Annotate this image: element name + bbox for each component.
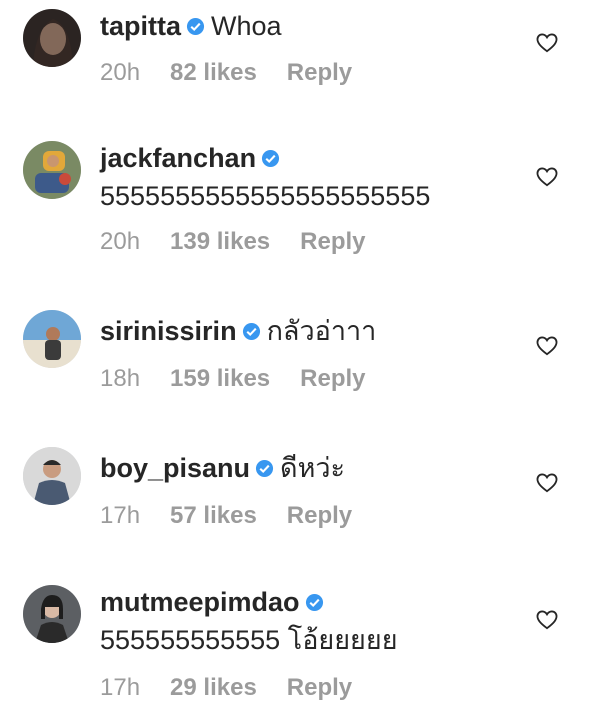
username[interactable]: jackfanchan	[100, 143, 256, 173]
verified-badge-icon	[261, 149, 280, 168]
comment-text: Whoa	[211, 11, 282, 41]
reply-button[interactable]: Reply	[287, 501, 352, 531]
likes-count[interactable]: 57 likes	[170, 501, 257, 531]
likes-count[interactable]: 29 likes	[170, 673, 257, 703]
avatar[interactable]	[23, 9, 81, 67]
comment-time: 20h	[100, 59, 141, 86]
comment-text: 5555555555555555555555	[100, 181, 431, 211]
reply-button[interactable]: Reply	[287, 58, 352, 88]
avatar[interactable]	[23, 310, 81, 368]
comment-time: 18h	[100, 365, 141, 392]
likes-count[interactable]: 139 likes	[170, 227, 270, 257]
avatar[interactable]	[23, 447, 81, 505]
username[interactable]: boy_pisanu	[100, 453, 250, 483]
comment-text: กลัวอ่าาา	[266, 316, 377, 346]
comment-time: 20h	[100, 228, 141, 255]
username[interactable]: mutmeepimdao	[100, 587, 300, 617]
comment-time: 17h	[100, 674, 141, 701]
heart-outline-icon[interactable]	[536, 610, 558, 630]
comment-time: 17h	[100, 502, 141, 529]
likes-count[interactable]: 159 likes	[170, 364, 270, 394]
verified-badge-icon	[255, 459, 274, 478]
heart-outline-icon[interactable]	[536, 167, 558, 187]
reply-button[interactable]: Reply	[300, 364, 365, 394]
avatar[interactable]	[23, 141, 81, 199]
username[interactable]: sirinissirin	[100, 316, 237, 346]
username[interactable]: tapitta	[100, 11, 181, 41]
verified-badge-icon	[242, 322, 261, 341]
verified-badge-icon	[305, 593, 324, 612]
reply-button[interactable]: Reply	[287, 673, 352, 703]
comment-text: ดีหว่ะ	[280, 453, 346, 483]
avatar[interactable]	[23, 585, 81, 643]
heart-outline-icon[interactable]	[536, 33, 558, 53]
heart-outline-icon[interactable]	[536, 473, 558, 493]
heart-outline-icon[interactable]	[536, 336, 558, 356]
likes-count[interactable]: 82 likes	[170, 58, 257, 88]
reply-button[interactable]: Reply	[300, 227, 365, 257]
comment-text: 555555555555 โอ้ยยยยย	[100, 625, 398, 655]
verified-badge-icon	[186, 17, 205, 36]
